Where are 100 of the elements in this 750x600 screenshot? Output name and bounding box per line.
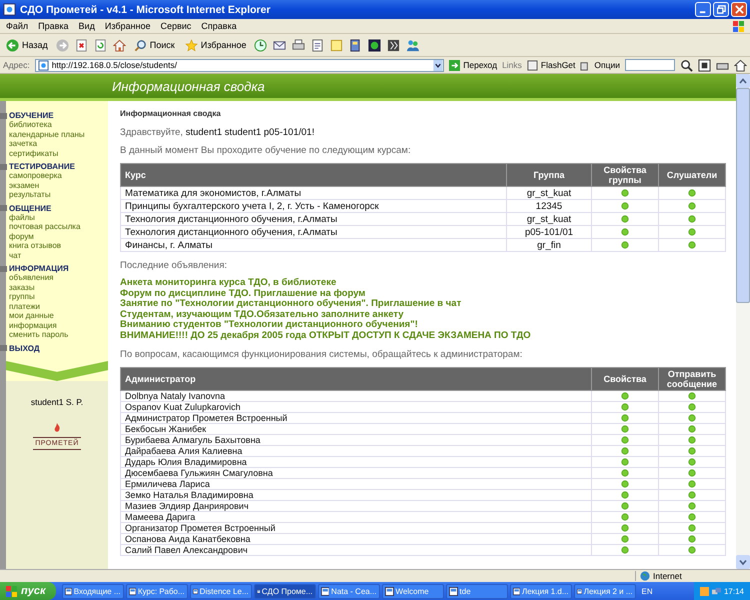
taskbar-button[interactable]: tde <box>446 584 508 598</box>
sidebar-link[interactable]: сертификаты <box>6 148 108 158</box>
taskbar-button[interactable]: СДО Проме... <box>254 584 316 598</box>
sidebar-link[interactable]: чат <box>6 250 108 260</box>
flashget-button[interactable]: FlashGet <box>526 60 576 70</box>
people-icon[interactable] <box>406 38 420 52</box>
dot-icon[interactable] <box>621 491 629 499</box>
sidebar-link[interactable]: книга отзывов <box>6 241 108 250</box>
go-button[interactable]: Переход <box>449 60 498 70</box>
menu-item[interactable]: Сервис <box>160 21 192 31</box>
section-link[interactable]: ВЫХОД <box>9 344 40 352</box>
dot-icon[interactable] <box>621 202 629 210</box>
book-icon[interactable] <box>349 38 362 52</box>
announcement-link[interactable]: ВНИМАНИЕ!!!! ДО 25 декабря 2005 года ОТКРЫТ ДОСТУП К СДАЧЕ ЭКЗАМЕНА ПО ТДО <box>120 330 726 341</box>
taskbar-button[interactable]: Лекция 1.d... <box>510 584 572 598</box>
forward-icon[interactable] <box>56 38 69 52</box>
taskbar-button[interactable]: Nata - Сеа... <box>318 584 380 598</box>
dot-icon[interactable] <box>688 480 696 488</box>
sidebar-link[interactable]: файлы <box>6 212 108 222</box>
sidebar-link[interactable]: форум <box>6 232 108 241</box>
tray-icon[interactable] <box>700 586 709 596</box>
sidebar-link[interactable]: зачетка <box>6 139 108 148</box>
sidebar-link[interactable]: объявления <box>6 273 108 282</box>
sidebar-link[interactable]: результаты <box>6 190 108 200</box>
dot-icon[interactable] <box>621 414 629 422</box>
home-icon[interactable] <box>112 38 126 52</box>
dot-icon[interactable] <box>621 502 629 510</box>
section-link[interactable]: ОБЩЕНИЕ <box>9 204 52 212</box>
dot-icon[interactable] <box>621 436 629 444</box>
home-icon[interactable] <box>734 58 747 72</box>
refresh-icon[interactable] <box>94 38 107 52</box>
dot-icon[interactable] <box>688 215 696 223</box>
dot-icon[interactable] <box>688 491 696 499</box>
dot-icon[interactable] <box>621 546 629 554</box>
dot-icon[interactable] <box>621 215 629 223</box>
scroll-thumb[interactable] <box>736 88 750 303</box>
dot-icon[interactable] <box>621 241 629 249</box>
history-icon[interactable] <box>254 38 268 52</box>
sidebar-link[interactable]: экзамен <box>6 180 108 190</box>
dot-icon[interactable] <box>621 425 629 433</box>
sidebar-link[interactable]: заказы <box>6 282 108 292</box>
grid-icon[interactable] <box>698 58 711 72</box>
scroll-down-icon[interactable] <box>736 555 750 569</box>
links-label[interactable]: Links <box>502 60 522 70</box>
dot-icon[interactable] <box>688 436 696 444</box>
stop-icon[interactable] <box>74 38 88 52</box>
options-button[interactable]: Опции <box>580 60 620 70</box>
dot-icon[interactable] <box>688 414 696 422</box>
announcement-link[interactable]: Занятие по "Технологии дистанционного обучения". Приглашение в чат <box>120 299 726 310</box>
dot-icon[interactable] <box>688 524 696 532</box>
section-link[interactable]: ИНФОРМАЦИЯ <box>9 264 69 273</box>
announcement-link[interactable]: Вниманию студентов "Технологии дистанционного обучения"! <box>120 320 726 330</box>
dot-icon[interactable] <box>688 546 696 554</box>
dot-icon[interactable] <box>621 469 629 477</box>
dot-icon[interactable] <box>621 189 629 197</box>
menu-item[interactable]: Избранное <box>104 21 150 31</box>
dot-icon[interactable] <box>688 241 696 249</box>
sidebar-link[interactable]: библиотека <box>6 120 108 130</box>
dot-icon[interactable] <box>688 458 696 466</box>
back-button[interactable]: Назад <box>4 38 50 52</box>
menu-item[interactable]: Правка <box>38 21 69 31</box>
sidebar-link[interactable]: платежи <box>6 302 108 311</box>
dot-icon[interactable] <box>688 403 696 411</box>
taskbar-button[interactable]: Лекция 2 и ... <box>574 584 636 598</box>
section-link[interactable]: ТЕСТИРОВАНИЕ <box>9 162 75 171</box>
announcement-link[interactable]: Форум по дисциплине ТДО. Приглашение на форум <box>120 288 726 299</box>
taskbar-button[interactable]: Distence Le... <box>190 584 252 598</box>
dot-icon[interactable] <box>688 535 696 543</box>
scrollbar[interactable] <box>736 74 750 569</box>
sidebar-link[interactable]: сменить пароль <box>6 330 108 340</box>
section-link[interactable]: ОБУЧЕНИЕ <box>9 111 54 120</box>
dot-icon[interactable] <box>621 392 629 400</box>
scroll-up-icon[interactable] <box>736 74 750 88</box>
search-icon[interactable] <box>680 58 693 72</box>
language-indicator[interactable]: EN <box>642 586 653 596</box>
dot-icon[interactable] <box>621 513 629 521</box>
sidebar-link[interactable]: почтовая рассылка <box>6 222 108 232</box>
dot-icon[interactable] <box>688 502 696 510</box>
search-button[interactable]: Поиск <box>132 38 177 52</box>
dot-icon[interactable] <box>688 513 696 521</box>
sidebar-link[interactable]: мои данные <box>6 311 108 320</box>
print-icon[interactable] <box>292 38 306 52</box>
dot-icon[interactable] <box>688 425 696 433</box>
maximize-button[interactable] <box>713 2 729 17</box>
document-icon[interactable] <box>311 38 324 52</box>
menu-item[interactable]: Справка <box>201 21 237 31</box>
sidebar-link[interactable]: календарные планы <box>6 130 108 139</box>
taskbar-button[interactable]: Входящие ... <box>62 584 124 598</box>
search-field[interactable] <box>625 59 675 71</box>
dot-icon[interactable] <box>621 458 629 466</box>
dot-icon[interactable] <box>621 535 629 543</box>
sidebar-link[interactable]: информация <box>6 320 108 330</box>
dot-icon[interactable] <box>621 524 629 532</box>
favorites-button[interactable]: Избранное <box>182 38 248 52</box>
dot-icon[interactable] <box>688 447 696 455</box>
note-icon[interactable] <box>330 38 344 52</box>
menu-item[interactable]: Файл <box>6 21 28 31</box>
dot-icon[interactable] <box>688 469 696 477</box>
announcement-link[interactable]: Анкета мониторинга курса ТДО, в библиотеке <box>120 278 726 288</box>
dot-icon[interactable] <box>621 447 629 455</box>
